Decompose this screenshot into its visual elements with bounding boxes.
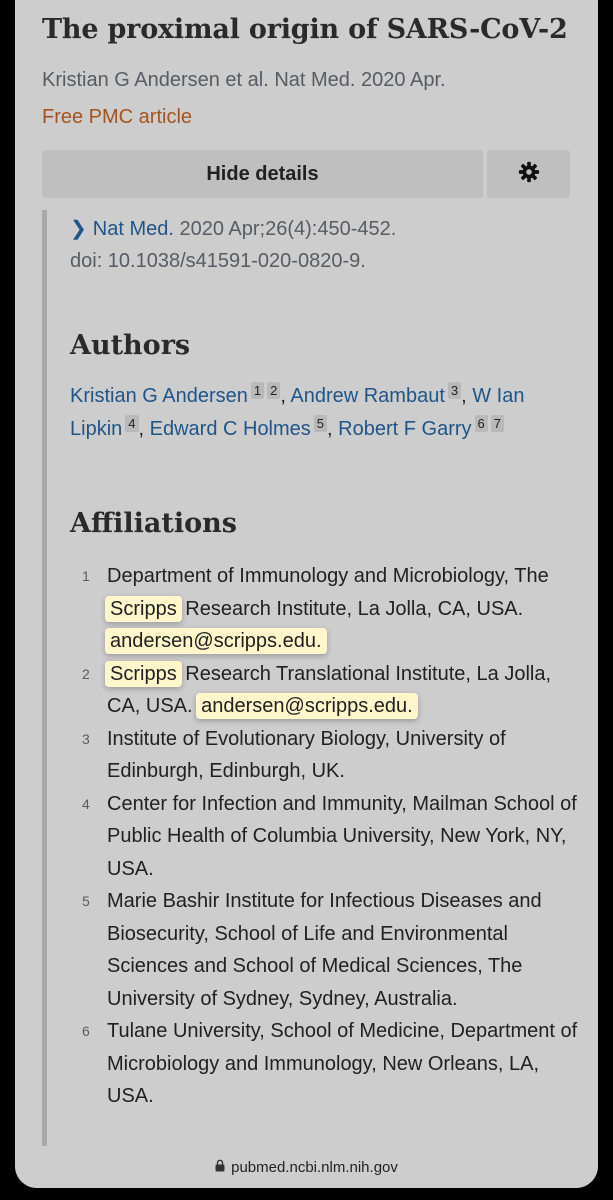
affiliation-item: 2 Scripps Research Translational Institut… bbox=[47, 658, 587, 723]
affiliation-number: 2 bbox=[82, 665, 90, 682]
affiliations-list: 1 Department of Immunology and Microbiolo… bbox=[47, 560, 587, 1113]
doi: doi: 10.1038/s41591-020-0820-9. bbox=[70, 250, 366, 272]
affiliation-number: 6 bbox=[82, 1023, 90, 1039]
search-highlight: Scripps bbox=[105, 660, 182, 687]
hide-details-button[interactable]: Hide details bbox=[42, 150, 483, 198]
affiliation-text: Marie Bashir Institute for Infectious Di… bbox=[107, 890, 542, 1010]
free-pmc-link[interactable]: Free PMC article bbox=[42, 106, 192, 129]
affiliation-ref-button[interactable]: 3 bbox=[447, 382, 462, 399]
affiliation-item: 5 Marie Bashir Institute for Infectious D… bbox=[47, 885, 587, 1015]
journal-issue: 2020 Apr;26(4):450-452. bbox=[179, 218, 397, 240]
affiliation-ref-button[interactable]: 4 bbox=[125, 415, 139, 432]
journal-info: ❯ Nat Med. 2020 Apr;26(4):450-452. doi: 1… bbox=[70, 213, 396, 277]
affiliation-ref-button[interactable]: 6 bbox=[474, 415, 488, 432]
affiliation-text: Tulane University, School of Medicine, D… bbox=[107, 1020, 578, 1107]
author-entry: Kristian G Andersen 1 2, bbox=[70, 382, 286, 407]
affiliation-number: 5 bbox=[82, 893, 90, 909]
author-separator: , bbox=[327, 418, 333, 440]
affiliation-number: 3 bbox=[82, 730, 90, 747]
affiliation-ref-button[interactable]: 2 bbox=[267, 382, 281, 399]
author-separator: , bbox=[461, 385, 467, 407]
affiliation-item: 6 Tulane University, School of Medicine, … bbox=[47, 1015, 587, 1113]
author-entry: Edward C Holmes 5, bbox=[150, 415, 333, 440]
affiliation-ref-button[interactable]: 7 bbox=[490, 415, 504, 432]
details-panel: ❯ Nat Med. 2020 Apr;26(4):450-452. doi: 1… bbox=[42, 210, 598, 1188]
affiliations-heading: Affiliations bbox=[70, 508, 237, 539]
search-highlight: Scripps bbox=[105, 595, 182, 622]
affiliation-text: Institute of Evolutionary Biology, Unive… bbox=[107, 727, 506, 783]
affiliation-number: 4 bbox=[82, 795, 90, 812]
authors-heading: Authors bbox=[70, 330, 191, 361]
settings-button[interactable] bbox=[487, 150, 570, 198]
gear-icon bbox=[518, 161, 540, 188]
author-separator: , bbox=[138, 418, 145, 440]
article-citation: Kristian G Andersen et al. Nat Med. 2020… bbox=[42, 69, 446, 91]
page-title: The proximal origin of SARS-CoV-2 bbox=[42, 14, 568, 45]
author-entry: Andrew Rambaut 3, bbox=[290, 382, 467, 407]
author-link[interactable]: Andrew Rambaut bbox=[290, 385, 445, 407]
author-link[interactable]: Edward C Holmes bbox=[150, 418, 311, 440]
journal-link[interactable]: Nat Med. bbox=[93, 218, 174, 240]
url-text: pubmed.ncbi.nlm.nih.gov bbox=[231, 1158, 398, 1176]
affiliation-text: Center for Infection and Immunity, Mailm… bbox=[107, 792, 577, 880]
affiliation-number: 1 bbox=[82, 568, 90, 584]
affiliation-text: Department of Immunology and Microbiolog… bbox=[107, 565, 549, 587]
authors-list: Kristian G Andersen 1 2, Andrew Rambaut 3, … bbox=[70, 380, 570, 446]
author-link[interactable]: Robert F Garry bbox=[338, 418, 471, 440]
search-highlight: andersen@scripps.edu. bbox=[105, 628, 327, 654]
author-separator: , bbox=[280, 385, 286, 407]
chevron-right-icon: ❯ bbox=[70, 218, 87, 240]
affiliation-ref-button[interactable]: 5 bbox=[313, 415, 328, 432]
affiliation-text: Research Institute, La Jolla, CA, USA. bbox=[179, 597, 524, 620]
affiliation-item: 4 Center for Infection and Immunity, Mail… bbox=[47, 788, 587, 886]
affiliation-ref-button[interactable]: 1 bbox=[250, 382, 265, 399]
browser-viewport: The proximal origin of SARS-CoV-2 Kristi… bbox=[15, 0, 598, 1188]
address-bar[interactable]: pubmed.ncbi.nlm.nih.gov bbox=[15, 1146, 598, 1188]
affiliation-item: 1 Department of Immunology and Microbiolo… bbox=[47, 560, 587, 658]
author-link[interactable]: Kristian G Andersen bbox=[70, 385, 248, 407]
author-entry: Robert F Garry 6 7 bbox=[338, 415, 504, 440]
lock-icon bbox=[215, 1159, 231, 1176]
affiliation-item: 3 Institute of Evolutionary Biology, Univ… bbox=[47, 723, 587, 788]
search-highlight: andersen@scripps.edu. bbox=[196, 693, 418, 719]
